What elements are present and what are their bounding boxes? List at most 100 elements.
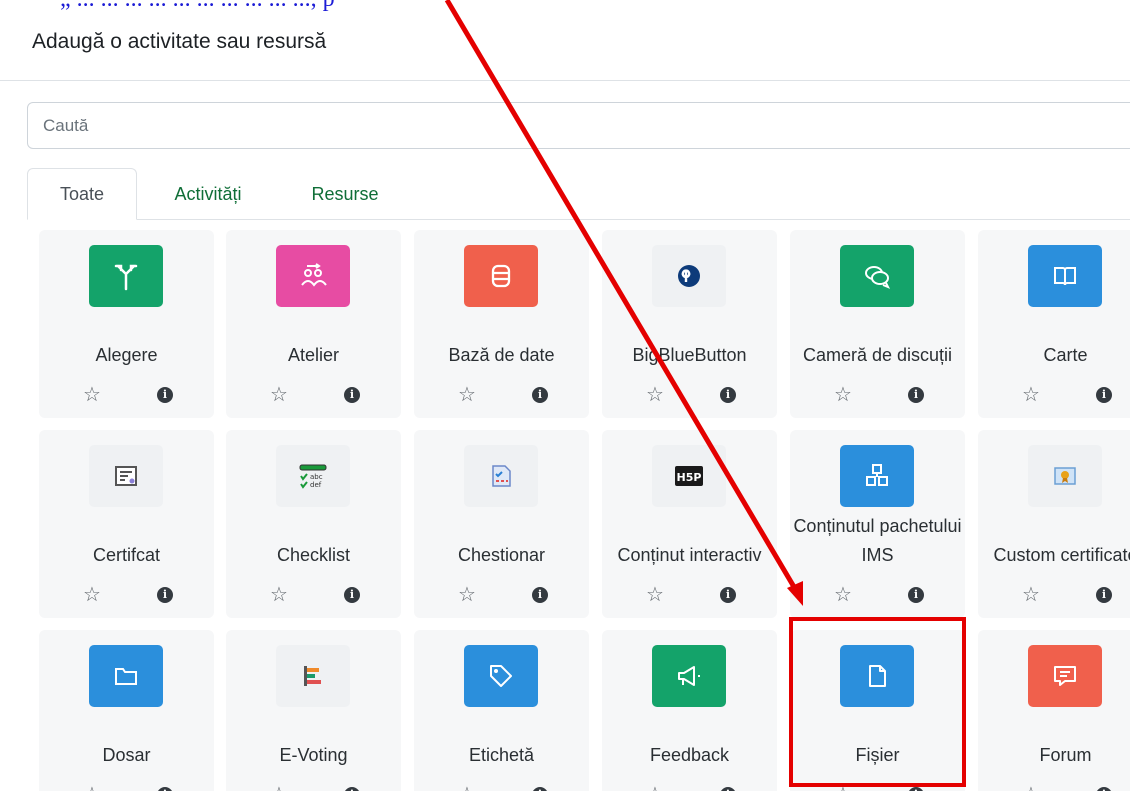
star-icon[interactable]: ☆ <box>83 585 101 605</box>
item-label: Cameră de discuții <box>802 345 953 365</box>
info-icon[interactable]: i <box>908 387 924 403</box>
questionnaire-icon <box>464 445 538 507</box>
folder-icon <box>89 645 163 707</box>
item-actions: ☆ i <box>1022 584 1112 606</box>
star-icon[interactable]: ☆ <box>270 785 288 791</box>
item-actions: ☆ i <box>458 384 548 406</box>
item-label: Certifcat <box>92 545 161 565</box>
item-label: Bază de date <box>448 345 555 365</box>
bigbluebutton-icon <box>652 245 726 307</box>
info-icon[interactable]: i <box>157 387 173 403</box>
info-icon[interactable]: i <box>1096 587 1112 603</box>
chooser-item-forum[interactable]: Forum ☆ i <box>978 630 1130 791</box>
item-actions: ☆ i <box>270 784 360 791</box>
info-icon[interactable]: i <box>532 787 548 791</box>
chooser-item-fisier[interactable]: Fișier ☆ i <box>790 630 965 791</box>
star-icon[interactable]: ☆ <box>458 385 476 405</box>
info-icon[interactable]: i <box>720 787 736 791</box>
info-icon[interactable]: i <box>344 587 360 603</box>
star-icon[interactable]: ☆ <box>1022 385 1040 405</box>
star-icon[interactable]: ☆ <box>1022 785 1040 791</box>
chooser-item-bigbluebutton[interactable]: BigBlueButton ☆ i <box>602 230 777 418</box>
chooser-item-checklist[interactable]: abc def Checklist ☆ i <box>226 430 401 618</box>
star-icon[interactable]: ☆ <box>646 585 664 605</box>
star-icon[interactable]: ☆ <box>646 785 664 791</box>
chooser-item-certifcat[interactable]: Certifcat ☆ i <box>39 430 214 618</box>
item-actions: ☆ i <box>646 384 736 406</box>
item-actions: ☆ i <box>270 584 360 606</box>
star-icon[interactable]: ☆ <box>458 585 476 605</box>
chooser-item-e-voting[interactable]: E-Voting ☆ i <box>226 630 401 791</box>
star-icon[interactable]: ☆ <box>458 785 476 791</box>
item-actions: ☆ i <box>83 384 173 406</box>
file-icon <box>840 645 914 707</box>
megaphone-icon <box>652 645 726 707</box>
item-actions: ☆ i <box>270 384 360 406</box>
database-icon <box>464 245 538 307</box>
chooser-item-dosar[interactable]: Dosar ☆ i <box>39 630 214 791</box>
star-icon[interactable]: ☆ <box>1022 585 1040 605</box>
signpost-icon <box>89 245 163 307</box>
item-label: E-Voting <box>279 745 348 765</box>
tab-all[interactable]: Toate <box>27 168 137 220</box>
chooser-item-continut-interactiv[interactable]: H5P Conținut interactiv ☆ i <box>602 430 777 618</box>
item-actions: ☆ i <box>458 784 548 791</box>
chooser-item-carte[interactable]: Carte ☆ i <box>978 230 1130 418</box>
chooser-grid: Alegere ☆ i Atelier ☆ i Bază de date ☆ i… <box>39 230 1130 791</box>
tag-icon <box>464 645 538 707</box>
item-actions: ☆ i <box>834 384 924 406</box>
info-icon[interactable]: i <box>1096 387 1112 403</box>
item-label: Alegere <box>95 345 158 365</box>
item-actions: ☆ i <box>458 584 548 606</box>
chooser-item-eticheta[interactable]: Etichetă ☆ i <box>414 630 589 791</box>
star-icon[interactable]: ☆ <box>270 585 288 605</box>
workshop-icon <box>276 245 350 307</box>
svg-text:H5P: H5P <box>677 471 702 484</box>
info-icon[interactable]: i <box>344 387 360 403</box>
chooser-item-custom-certificate[interactable]: Custom certificate ☆ i <box>978 430 1130 618</box>
chooser-item-continutul-pachetului-ims[interactable]: Conținutul pachetului IMS ☆ i <box>790 430 965 618</box>
info-icon[interactable]: i <box>532 387 548 403</box>
star-icon[interactable]: ☆ <box>834 385 852 405</box>
svg-text:def: def <box>310 481 322 489</box>
star-icon[interactable]: ☆ <box>646 385 664 405</box>
star-icon[interactable]: ☆ <box>834 785 852 791</box>
item-label: Conținut interactiv <box>617 545 762 565</box>
info-icon[interactable]: i <box>344 787 360 791</box>
item-label: Checklist <box>276 545 351 565</box>
chooser-item-camera-de-discutii[interactable]: Cameră de discuții ☆ i <box>790 230 965 418</box>
chat-icon <box>840 245 914 307</box>
item-actions: ☆ i <box>83 584 173 606</box>
title-divider <box>0 80 1130 81</box>
star-icon[interactable]: ☆ <box>834 585 852 605</box>
chooser-item-atelier[interactable]: Atelier ☆ i <box>226 230 401 418</box>
item-actions: ☆ i <box>1022 784 1112 791</box>
item-actions: ☆ i <box>83 784 173 791</box>
star-icon[interactable]: ☆ <box>83 385 101 405</box>
chooser-item-alegere[interactable]: Alegere ☆ i <box>39 230 214 418</box>
star-icon[interactable]: ☆ <box>83 785 101 791</box>
info-icon[interactable]: i <box>908 787 924 791</box>
chooser-item-baza-de-date[interactable]: Bază de date ☆ i <box>414 230 589 418</box>
info-icon[interactable]: i <box>532 587 548 603</box>
item-label: Chestionar <box>457 545 546 565</box>
info-icon[interactable]: i <box>908 587 924 603</box>
info-icon[interactable]: i <box>720 587 736 603</box>
info-icon[interactable]: i <box>157 587 173 603</box>
item-label: Conținutul pachetului IMS <box>793 516 962 565</box>
info-icon[interactable]: i <box>720 387 736 403</box>
star-icon[interactable]: ☆ <box>270 385 288 405</box>
item-label: Atelier <box>287 345 340 365</box>
evoting-icon <box>276 645 350 707</box>
info-icon[interactable]: i <box>1096 787 1112 791</box>
info-icon[interactable]: i <box>157 787 173 791</box>
chooser-item-chestionar[interactable]: Chestionar ☆ i <box>414 430 589 618</box>
item-label: BigBlueButton <box>632 345 747 365</box>
svg-text:abc: abc <box>310 473 323 481</box>
tab-activities[interactable]: Activități <box>143 168 273 220</box>
item-label: Etichetă <box>468 745 535 765</box>
book-icon <box>1028 245 1102 307</box>
chooser-item-feedback[interactable]: Feedback ☆ i <box>602 630 777 791</box>
tab-resources[interactable]: Resurse <box>285 168 405 220</box>
search-input[interactable] <box>27 102 1130 149</box>
